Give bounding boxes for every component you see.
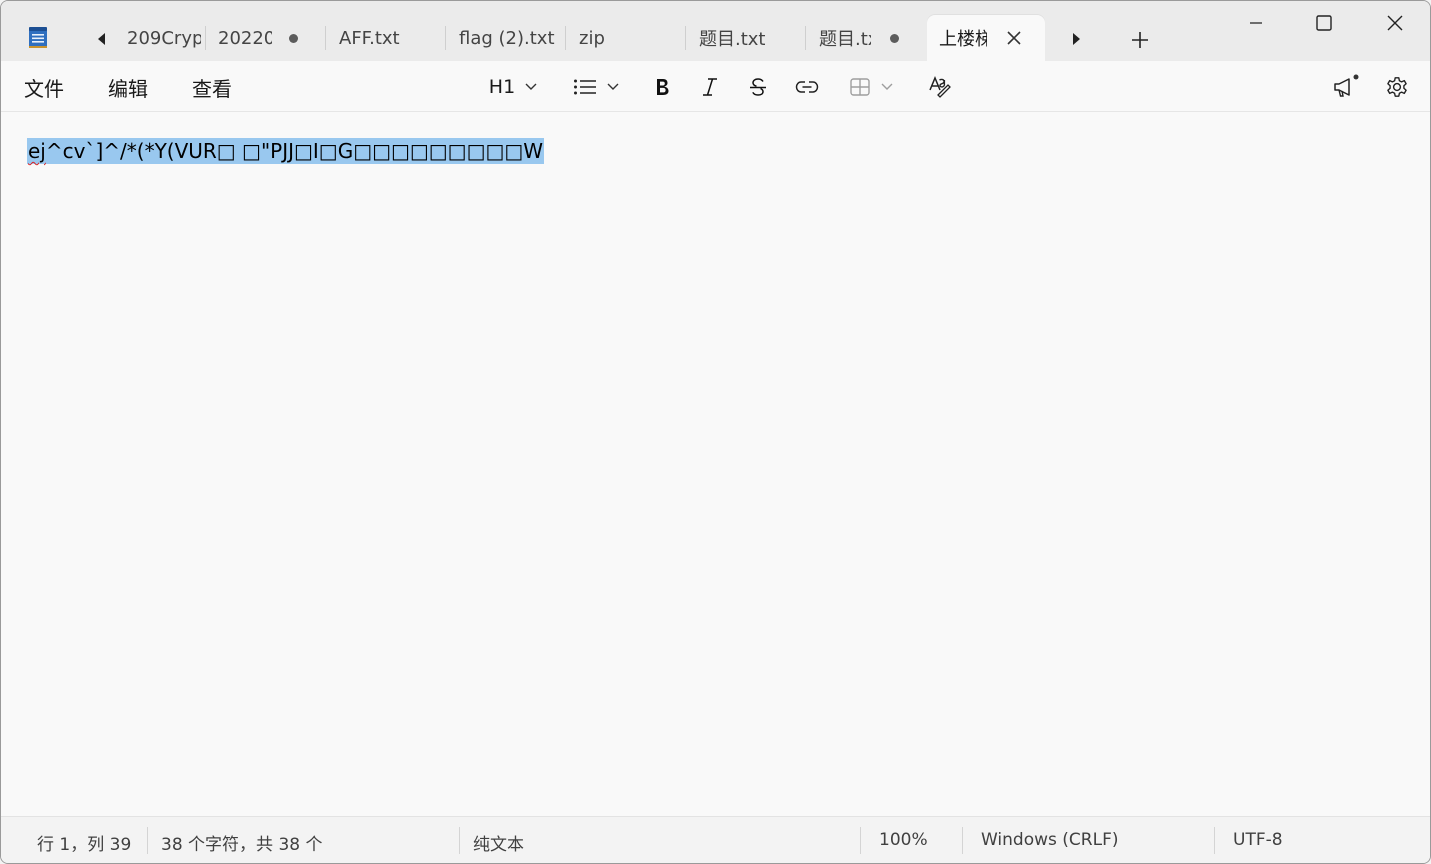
cursor-position: 行 1，列 39 — [37, 835, 132, 855]
menu-file[interactable]: 文件 — [24, 73, 64, 102]
tab-zip[interactable]: zip — [579, 15, 683, 61]
tab-separator — [205, 26, 206, 50]
tab-aff-txt[interactable]: AFF.txt — [339, 15, 443, 61]
spellcheck-button[interactable] — [925, 73, 953, 101]
tab-202209[interactable]: 202209 — [218, 15, 324, 61]
caret-right-icon — [1073, 33, 1080, 45]
tab-label: zip — [579, 27, 605, 49]
tab-label: 209Crypt — [127, 27, 201, 49]
italic-button[interactable] — [697, 73, 723, 101]
tab-scroll-left-button[interactable] — [87, 25, 117, 53]
toolbar: 文件 编辑 查看 H1 — [1, 61, 1430, 112]
status-separator — [860, 827, 861, 854]
text-format[interactable]: 纯文本 — [473, 830, 524, 855]
strikethrough-button[interactable] — [745, 73, 771, 101]
status-separator — [459, 827, 460, 854]
chevron-down-icon — [607, 83, 619, 90]
close-icon — [1387, 15, 1403, 31]
link-button[interactable] — [793, 73, 821, 101]
heading-dropdown[interactable]: H1 — [485, 73, 541, 101]
caret-left-icon — [98, 33, 105, 45]
selected-text-line[interactable]: ej^cv`]^/*(*Y(VUR□ □"PJJ□I□G□□□□□□□□□W — [27, 138, 545, 164]
megaphone-icon — [1334, 74, 1359, 97]
tab-timu-txt-2[interactable]: 题目.txt — [819, 15, 925, 61]
tab-separator — [325, 26, 326, 50]
bold-icon — [657, 79, 669, 95]
status-separator — [147, 827, 148, 854]
tab-flag-2-txt[interactable]: flag (2).txt — [459, 15, 563, 61]
maximize-icon — [1316, 15, 1332, 31]
table-icon — [850, 78, 870, 96]
tab-separator — [565, 26, 566, 50]
tab-separator — [445, 26, 446, 50]
menu-view[interactable]: 查看 — [192, 73, 232, 102]
chevron-down-icon — [525, 83, 537, 90]
close-icon[interactable] — [1003, 27, 1025, 49]
unsaved-dot-icon — [890, 34, 899, 43]
zoom-level[interactable]: 100% — [879, 830, 928, 850]
chevron-down-icon — [881, 83, 893, 90]
whats-new-button[interactable] — [1331, 73, 1361, 101]
close-window-button[interactable] — [1372, 7, 1418, 39]
settings-button[interactable] — [1383, 73, 1411, 101]
italic-icon — [703, 78, 717, 96]
misspelled-word[interactable]: ej — [28, 139, 46, 163]
character-count: 38 个字符，共 38 个 — [161, 835, 323, 855]
unsaved-dot-icon — [289, 34, 298, 43]
plus-icon[interactable] — [1127, 27, 1153, 53]
line-ending[interactable]: Windows (CRLF) — [981, 830, 1119, 850]
tab-scroll-right-button[interactable] — [1061, 25, 1091, 53]
tab-label: 题目.txt — [819, 29, 871, 50]
list-icon — [574, 79, 596, 95]
minimize-button[interactable] — [1233, 7, 1279, 39]
menu-edit[interactable]: 编辑 — [108, 73, 148, 102]
tab-209crypt[interactable]: 209Crypt — [127, 15, 205, 61]
bold-button[interactable] — [649, 73, 675, 101]
line-text: ^cv`]^/*(*Y(VUR□ □"PJJ□I□G□□□□□□□□□W — [45, 139, 544, 163]
strikethrough-icon — [750, 78, 766, 96]
tab-timu-txt[interactable]: 题目.txt — [699, 15, 803, 61]
tab-active-shanglouti[interactable]: 上楼梯 — [927, 15, 1045, 61]
heading-label: H1 — [488, 76, 516, 98]
tab-label: 题目.txt — [699, 29, 766, 50]
notepad-window: 209Crypt 202209 AFF.txt flag (2).txt zip… — [0, 0, 1431, 864]
spellcheck-icon — [929, 76, 951, 98]
link-icon — [795, 81, 819, 93]
minimize-icon — [1250, 22, 1262, 24]
tab-separator — [685, 26, 686, 50]
table-dropdown[interactable] — [845, 73, 897, 101]
title-bar: 209Crypt 202209 AFF.txt flag (2).txt zip… — [1, 1, 1430, 61]
tab-label: 202209 — [218, 27, 272, 49]
encoding[interactable]: UTF-8 — [1233, 830, 1283, 850]
tab-label: AFF.txt — [339, 27, 400, 49]
tab-label: 上楼梯 — [939, 29, 987, 50]
status-separator — [962, 827, 963, 854]
tab-label: flag (2).txt — [459, 27, 555, 49]
text-editor[interactable]: ej^cv`]^/*(*Y(VUR□ □"PJJ□I□G□□□□□□□□□W — [1, 112, 1430, 816]
maximize-button[interactable] — [1301, 7, 1347, 39]
status-separator — [1214, 827, 1215, 854]
list-dropdown[interactable] — [569, 73, 623, 101]
tab-separator — [805, 26, 806, 50]
gear-icon — [1387, 77, 1407, 97]
notepad-icon — [29, 27, 47, 48]
status-bar: 行 1，列 39 38 个字符，共 38 个 纯文本 100% Windows … — [1, 816, 1430, 863]
